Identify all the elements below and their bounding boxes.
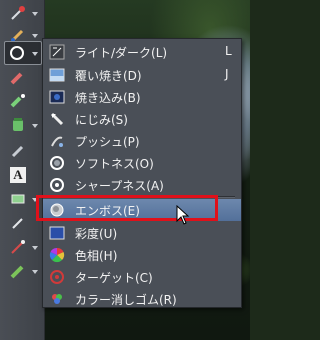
text-tool[interactable]: A bbox=[6, 164, 30, 186]
menu-item-label: 彩度(U) bbox=[75, 227, 118, 241]
menu-item-dodge[interactable]: 覆い焼き(D) J bbox=[43, 64, 241, 86]
rectangle-icon bbox=[11, 194, 25, 204]
paint-tool[interactable] bbox=[6, 114, 30, 136]
text-icon: A bbox=[10, 167, 26, 183]
mouse-cursor-icon bbox=[176, 205, 190, 225]
fill-tool[interactable] bbox=[6, 90, 30, 112]
menu-item-label: プッシュ(P) bbox=[75, 135, 140, 149]
soften-icon bbox=[49, 155, 65, 171]
menu-item-smudge[interactable]: にじみ(S) bbox=[43, 108, 241, 130]
color-eraser-icon bbox=[49, 291, 65, 307]
shortcut-key: L bbox=[225, 44, 232, 58]
smudge-icon bbox=[49, 111, 65, 127]
eraser-icon bbox=[10, 72, 23, 85]
menu-item-light-dark[interactable]: ライト/ダーク(L) L bbox=[43, 41, 241, 63]
tool-palette: A bbox=[0, 0, 45, 340]
line-tool-dropdown[interactable] bbox=[32, 246, 38, 250]
menu-item-saturation[interactable]: 彩度(U) bbox=[43, 222, 241, 244]
menu-item-label: ライト/ダーク(L) bbox=[75, 46, 168, 60]
pencil-tool[interactable] bbox=[6, 140, 30, 162]
menu-item-sharpen[interactable]: シャープネス(A) bbox=[43, 174, 241, 196]
sharpen-icon bbox=[49, 177, 65, 193]
dodge-tool-dropdown[interactable] bbox=[32, 52, 38, 56]
marker-tool[interactable] bbox=[6, 260, 30, 282]
shape-tool[interactable] bbox=[6, 188, 30, 210]
eyedropper-tool-dropdown[interactable] bbox=[32, 12, 38, 16]
hue-icon bbox=[49, 247, 65, 263]
menu-item-push[interactable]: プッシュ(P) bbox=[43, 130, 241, 152]
dodge-icon bbox=[49, 67, 65, 83]
paint-tool-dropdown[interactable] bbox=[32, 124, 38, 128]
eyedropper-tool[interactable] bbox=[6, 2, 30, 24]
marker-icon bbox=[10, 265, 24, 279]
menu-item-hue[interactable]: 色相(H) bbox=[43, 244, 241, 266]
menu-item-burn[interactable]: 焼き込み(B) bbox=[43, 86, 241, 108]
menu-item-color-eraser[interactable]: カラー消しゴム(R) bbox=[43, 288, 241, 310]
line-icon bbox=[11, 240, 25, 254]
menu-item-label: 焼き込み(B) bbox=[75, 91, 141, 105]
pen-tool[interactable] bbox=[6, 212, 30, 234]
bucket-icon bbox=[10, 94, 25, 108]
burn-icon bbox=[49, 89, 65, 105]
dodge-tool-menu: ライト/ダーク(L) L 覆い焼き(D) J 焼き込み(B) にじみ(S) プッ… bbox=[42, 38, 242, 308]
paint-bucket-icon bbox=[13, 118, 23, 131]
menu-item-label: ターゲット(C) bbox=[75, 271, 153, 285]
push-icon bbox=[49, 133, 65, 149]
menu-item-label: 覆い焼き(D) bbox=[75, 69, 142, 83]
menu-item-label: 色相(H) bbox=[75, 249, 118, 263]
menu-item-target[interactable]: ターゲット(C) bbox=[43, 266, 241, 288]
menu-item-label: にじみ(S) bbox=[75, 113, 128, 127]
saturation-icon bbox=[49, 225, 65, 241]
pencil-icon bbox=[11, 145, 24, 158]
menu-item-soften[interactable]: ソフトネス(O) bbox=[43, 152, 241, 174]
light-dark-icon bbox=[49, 44, 65, 60]
marker-tool-dropdown[interactable] bbox=[32, 270, 38, 274]
menu-item-label: シャープネス(A) bbox=[75, 179, 164, 193]
circle-icon bbox=[10, 46, 24, 60]
eyedropper-icon bbox=[11, 6, 25, 20]
menu-item-label: ソフトネス(O) bbox=[75, 157, 154, 171]
target-icon bbox=[49, 269, 65, 285]
pen-icon bbox=[12, 218, 23, 229]
menu-item-label: カラー消しゴム(R) bbox=[75, 293, 177, 307]
brush-tool-dropdown[interactable] bbox=[32, 34, 38, 38]
eraser-tool[interactable] bbox=[6, 66, 30, 88]
line-tool[interactable] bbox=[6, 236, 30, 258]
shortcut-key: J bbox=[225, 67, 229, 81]
